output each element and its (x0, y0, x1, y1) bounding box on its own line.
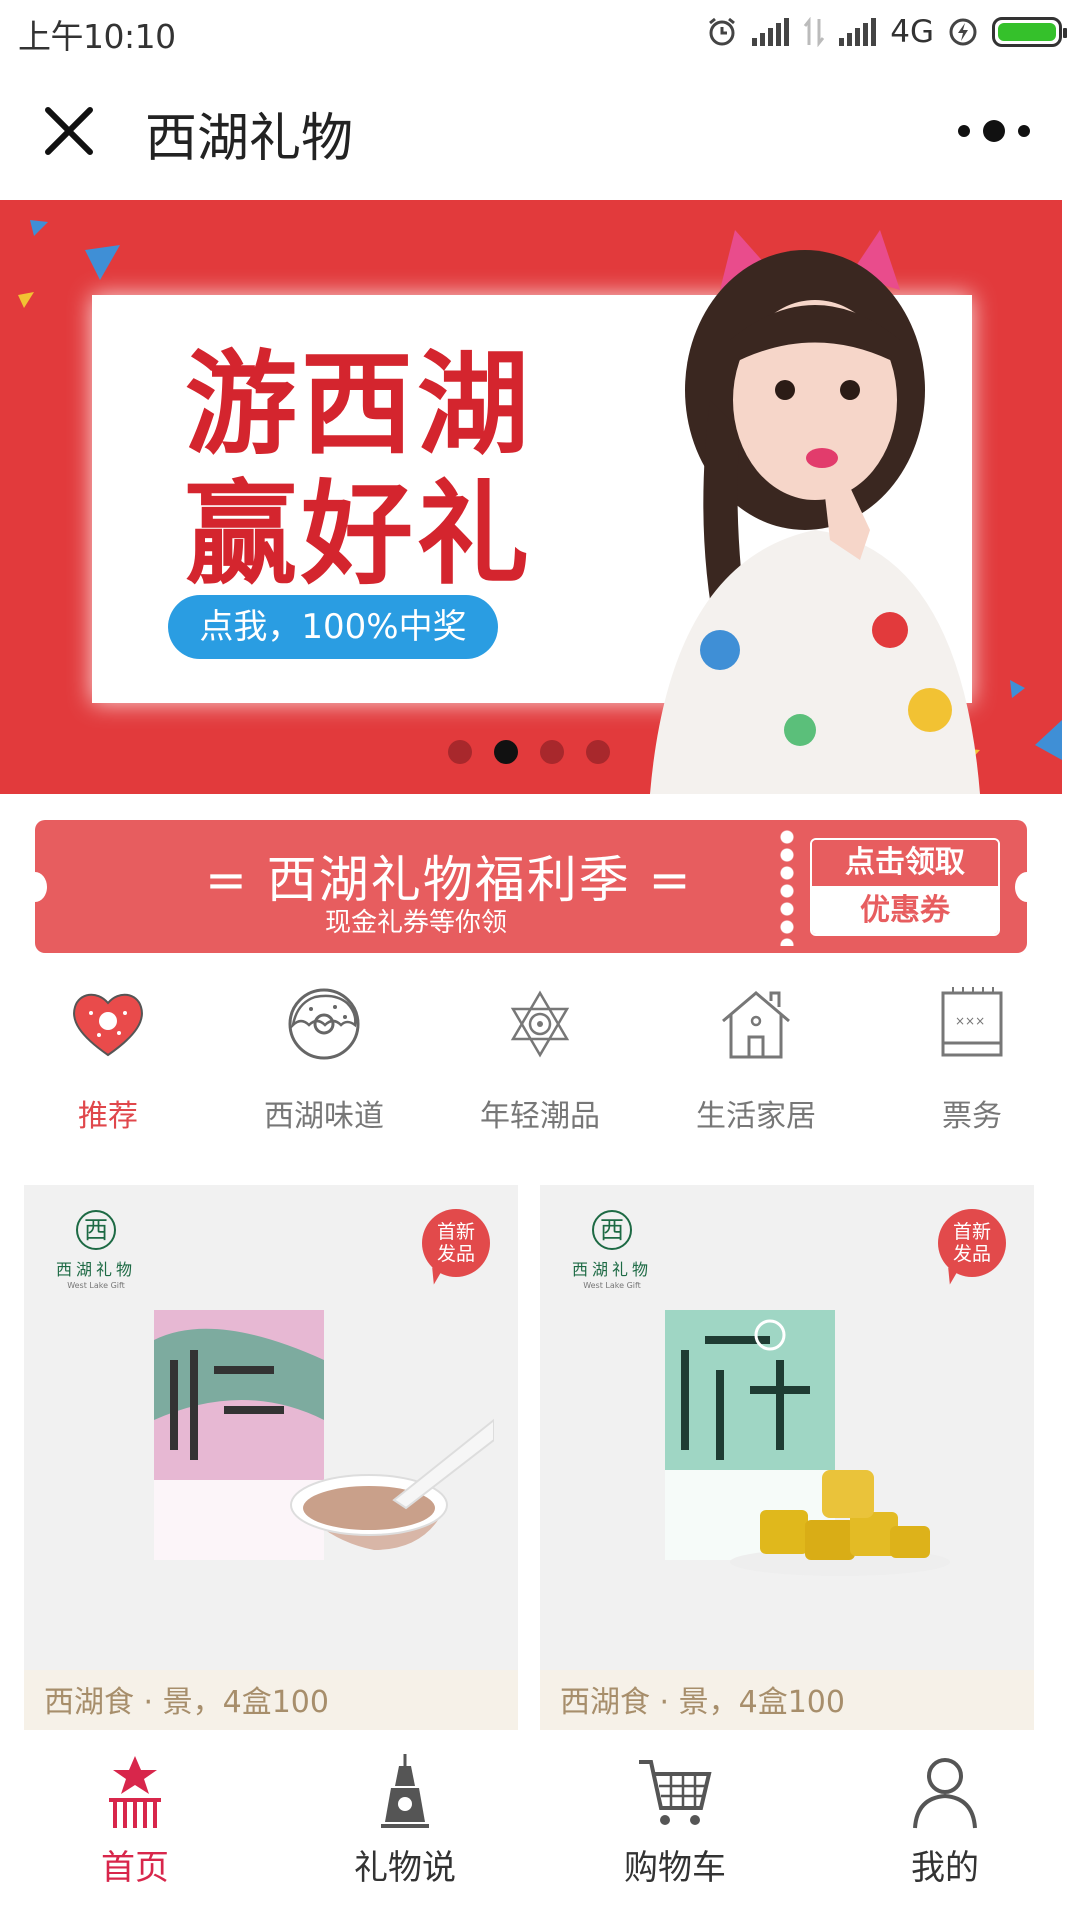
carousel-indicators[interactable] (448, 740, 610, 764)
tab-home[interactable]: 首页 (15, 1730, 255, 1920)
tab-label: 礼物说 (354, 1848, 456, 1888)
ticket-icon: ××× (941, 987, 1003, 1057)
signal-icon (752, 18, 790, 46)
battery-icon (992, 17, 1067, 47)
heart-donut-icon (73, 993, 143, 1057)
product-image-lotus-root-powder (154, 1310, 494, 1560)
product-card[interactable]: 西 西湖礼物 West Lake Gift 首新 发品 西湖食 · 景，4盒10… (540, 1185, 1034, 1735)
title-bar: 西湖礼物 (0, 62, 1080, 200)
coupon-notch-left (23, 872, 47, 902)
tab-label: 购物车 (624, 1848, 726, 1888)
banner-headline: 游西湖 赢好礼 (185, 340, 533, 600)
category-label: 西湖味道 (264, 1099, 384, 1134)
status-time: 上午10:10 (18, 17, 176, 56)
star-icon (510, 990, 570, 1058)
alarm-icon (709, 17, 736, 46)
brand-logo-mark: 西 (76, 1210, 116, 1250)
category-home-living[interactable]: 生活家居 (656, 985, 856, 1140)
brand-logo: 西 西湖礼物 West Lake Gift (562, 1210, 662, 1290)
category-label: 推荐 (78, 1099, 138, 1134)
new-release-badge: 首新 发品 (938, 1209, 1006, 1277)
category-recommend[interactable]: 推荐 (8, 985, 208, 1140)
carousel-dot[interactable] (494, 740, 518, 764)
category-label: 票务 (942, 1099, 1002, 1134)
coupon-perforation (779, 828, 795, 946)
cart-icon (639, 1760, 712, 1825)
coupon-type-label: 优惠券 (812, 886, 998, 934)
charging-icon (949, 18, 977, 46)
brand-name-en: West Lake Gift (583, 1281, 641, 1290)
bottom-tab-bar: 首页 礼物说 购物车 我的 (0, 1730, 1080, 1920)
category-nav: 推荐 西湖味道 年轻潮品 生活家居 ××× 票务 (0, 985, 1080, 1140)
badge-line1: 首新 (436, 1221, 475, 1243)
donut-icon (288, 988, 360, 1060)
brand-logo: 西 西湖礼物 West Lake Gift (46, 1210, 146, 1290)
page-title: 西湖礼物 (145, 109, 354, 169)
coupon-notch-right (1015, 872, 1039, 902)
category-label: 年轻潮品 (480, 1099, 600, 1134)
banner-headline-line2: 赢好礼 (185, 470, 533, 600)
more-dots-icon[interactable] (944, 106, 1044, 156)
banner-cta-button[interactable]: 点我，100%中奖 (168, 595, 498, 659)
network-type: 4G (890, 14, 934, 50)
category-youth-trend[interactable]: 年轻潮品 (440, 985, 640, 1140)
category-westlake-taste[interactable]: 西湖味道 (224, 985, 424, 1140)
data-arrows-icon (804, 17, 825, 47)
brand-name: 西湖礼物 (571, 1260, 652, 1279)
brand-logo-mark: 西 (592, 1210, 632, 1250)
tower-icon (381, 1754, 429, 1828)
coupon-subtitle: 现金礼券等你领 (325, 908, 508, 938)
badge-line2: 发品 (436, 1243, 475, 1265)
tab-gift-talk[interactable]: 礼物说 (285, 1730, 525, 1920)
tab-profile[interactable]: 我的 (825, 1730, 1065, 1920)
tab-label: 首页 (101, 1848, 169, 1888)
svg-text:×××: ××× (955, 1014, 985, 1028)
badge-line2: 发品 (952, 1243, 991, 1265)
battery-fill (998, 23, 1056, 41)
product-caption: 西湖食 · 景，4盒100 (540, 1670, 1034, 1735)
close-icon[interactable] (38, 100, 100, 162)
category-tickets[interactable]: ××× 票务 (872, 985, 1072, 1140)
carousel-dot[interactable] (586, 740, 610, 764)
pagoda-icon (109, 1756, 161, 1828)
model-photo (650, 230, 980, 794)
signal-icon-2 (839, 18, 877, 46)
brand-name-en: West Lake Gift (67, 1281, 125, 1290)
tab-cart[interactable]: 购物车 (555, 1730, 795, 1920)
claim-coupon-button[interactable]: 点击领取 优惠券 (810, 838, 1000, 936)
brand-name: 西湖礼物 (55, 1260, 136, 1279)
user-icon (913, 1758, 977, 1829)
carousel-dot[interactable] (448, 740, 472, 764)
banner-headline-line1: 游西湖 (185, 340, 533, 470)
product-card[interactable]: 西 西湖礼物 West Lake Gift 首新 发品 西湖食 · 景，4盒10… (24, 1185, 518, 1735)
product-caption: 西湖食 · 景，4盒100 (24, 1670, 518, 1735)
carousel-dot[interactable] (540, 740, 564, 764)
promo-banner[interactable]: 游西湖 赢好礼 点我，100%中奖 (0, 200, 1062, 794)
house-icon (722, 991, 790, 1059)
new-release-badge: 首新 发品 (422, 1209, 490, 1277)
tab-label: 我的 (911, 1848, 979, 1888)
status-bar: 上午10:10 4G (0, 0, 1080, 62)
status-icons: 4G (706, 12, 1067, 52)
badge-line1: 首新 (952, 1221, 991, 1243)
coupon-banner[interactable]: = 西湖礼物福利季 = 现金礼券等你领 点击领取 优惠券 (23, 820, 1039, 953)
category-label: 生活家居 (696, 1099, 816, 1134)
product-image-mung-bean-cake (665, 1310, 950, 1576)
claim-coupon-label: 点击领取 (812, 840, 998, 886)
